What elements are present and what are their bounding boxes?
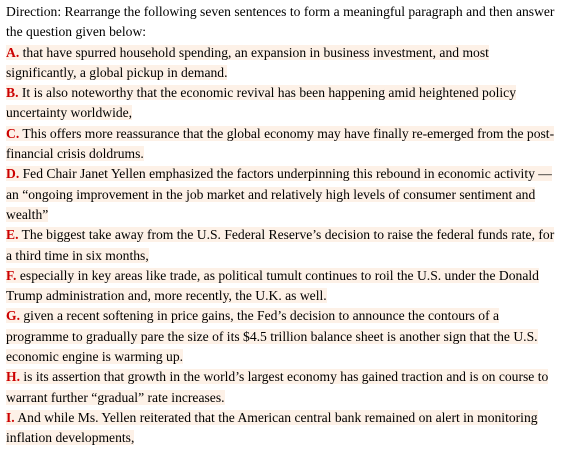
sentence-f: F. especially in key areas like trade, a… — [6, 266, 562, 307]
sentence-text: that have spurred household spending, an… — [6, 44, 489, 80]
sentence-h: H. is its assertion that growth in the w… — [6, 367, 562, 408]
sentence-text: This offers more reassurance that the gl… — [6, 125, 555, 162]
sentence-b: B. It is also noteworthy that the econom… — [6, 83, 562, 124]
sentence-text: especially in key areas like trade, as p… — [6, 267, 539, 304]
sentence-text: And while Ms. Yellen reiterated that the… — [6, 409, 538, 446]
sentence-text: given a recent softening in price gains,… — [6, 308, 538, 365]
sentence-d: D. Fed Chair Janet Yellen emphasized the… — [6, 164, 562, 225]
sentence-letter: C. — [6, 125, 20, 141]
sentence-text: Fed Chair Janet Yellen emphasized the fa… — [6, 166, 552, 222]
sentence-a: A. that have spurred household spending,… — [6, 43, 562, 84]
sentence-i: I. And while Ms. Yellen reiterated that … — [6, 408, 562, 449]
sentence-letter: A. — [6, 44, 20, 60]
sentence-letter: B. — [6, 85, 19, 101]
direction-text: Direction: Rearrange the following seven… — [6, 4, 555, 40]
sentence-letter: G. — [6, 308, 20, 324]
sentence-letter: H. — [6, 369, 20, 385]
sentence-e: E. The biggest take away from the U.S. F… — [6, 225, 562, 266]
sentence-text: It is also noteworthy that the economic … — [6, 85, 517, 121]
sentence-letter: E. — [6, 227, 19, 243]
sentence-letter: F. — [6, 267, 17, 283]
sentence-text: The biggest take away from the U.S. Fede… — [6, 227, 555, 263]
sentence-letter: I. — [6, 409, 15, 425]
sentence-g: G. given a recent softening in price gai… — [6, 306, 562, 367]
sentence-text: is its assertion that growth in the worl… — [6, 369, 549, 405]
sentence-letter: D. — [6, 166, 20, 182]
sentence-c: C. This offers more reassurance that the… — [6, 124, 562, 165]
question-passage: Direction: Rearrange the following seven… — [0, 0, 566, 449]
